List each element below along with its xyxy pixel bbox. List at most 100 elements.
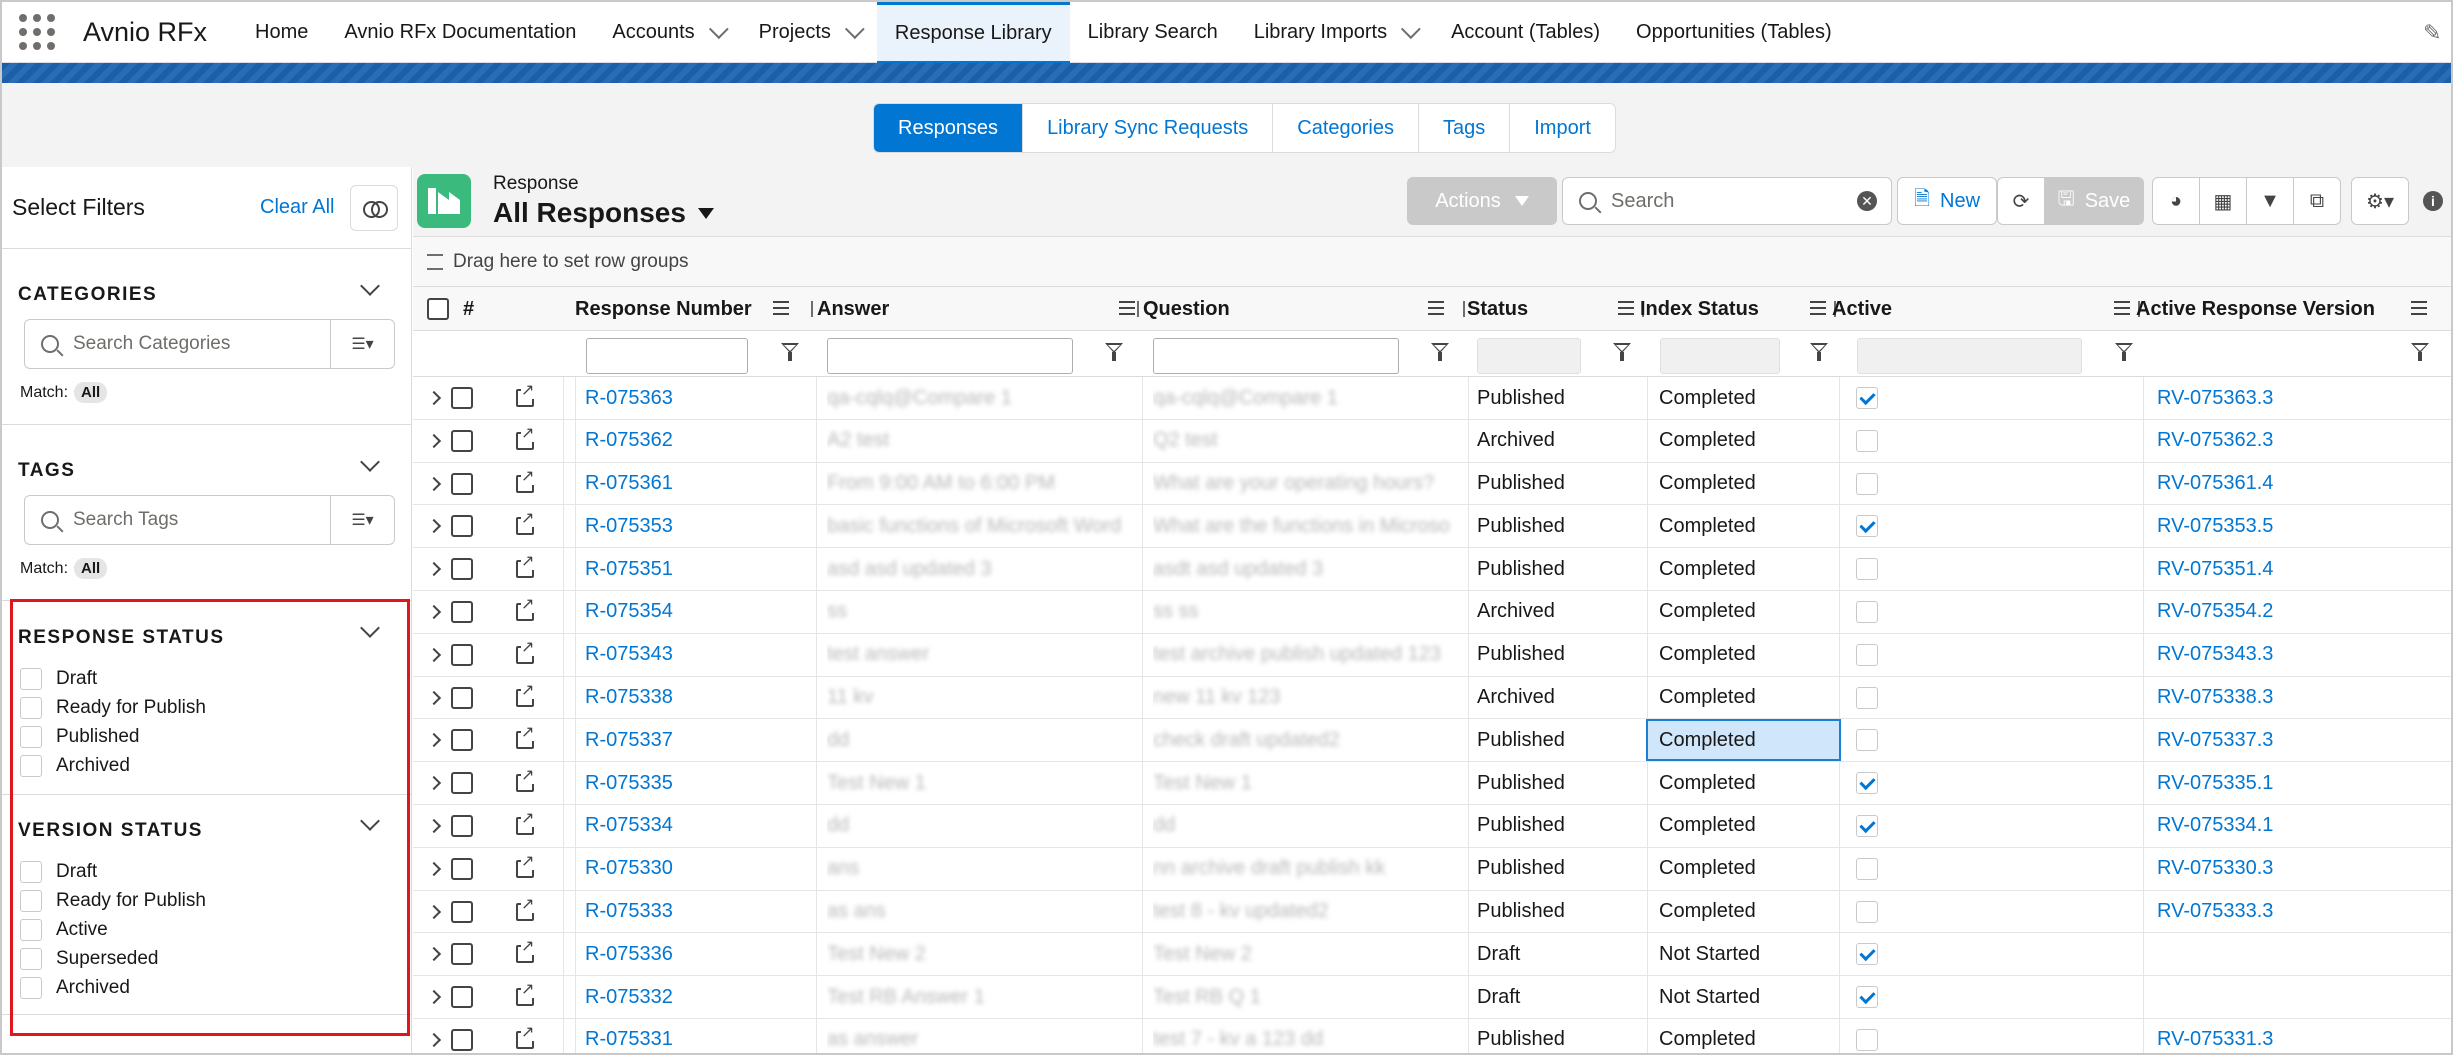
index-status-cell[interactable]: Completed [1659, 429, 1756, 452]
active-version-link[interactable]: RV-075353.5 [2157, 515, 2273, 538]
index-status-cell[interactable]: Completed [1659, 600, 1756, 623]
nav-item-8[interactable]: Opportunities (Tables) [1618, 2, 1850, 63]
response-number-link[interactable]: R-075361 [585, 472, 673, 495]
column-menu-icon[interactable] [773, 301, 789, 315]
table-row[interactable]: R-075337 dd check draft updated2 Published C… [413, 719, 2451, 763]
column-menu-icon[interactable] [2114, 301, 2130, 315]
response-number-link[interactable]: R-075338 [585, 686, 673, 709]
column-menu-icon[interactable] [1810, 301, 1826, 315]
response-number-link[interactable]: R-075363 [585, 387, 673, 410]
response-number-link[interactable]: R-075362 [585, 429, 673, 452]
column-header-active[interactable]: Active [1832, 287, 1892, 331]
filter-option[interactable]: Draft [20, 861, 97, 883]
column-header-index-status[interactable]: Index Status [1640, 287, 1759, 331]
filter-checkbox[interactable] [20, 697, 42, 719]
open-record-icon[interactable] [516, 939, 535, 964]
row-group-bar[interactable]: Drag here to set row groups [413, 237, 2451, 287]
row-checkbox[interactable] [451, 986, 473, 1009]
column-header-response-number[interactable]: Response Number [575, 287, 752, 331]
clear-all-link[interactable]: Clear All [260, 196, 334, 219]
index-status-cell[interactable]: Not Started [1659, 943, 1760, 966]
popout-button[interactable]: ⧉ [2293, 177, 2341, 225]
column-menu-icon[interactable] [1428, 301, 1444, 315]
app-launcher-icon[interactable] [19, 14, 55, 50]
filter-checkbox[interactable] [20, 861, 42, 883]
grid-search-input[interactable] [1611, 189, 1851, 213]
index-status-cell[interactable]: Completed [1659, 729, 1756, 752]
filter-checkbox[interactable] [20, 755, 42, 777]
response-number-link[interactable]: R-075353 [585, 515, 673, 538]
active-version-link[interactable]: RV-075362.3 [2157, 429, 2273, 452]
expand-row-icon[interactable] [429, 861, 442, 876]
filter-funnel-icon[interactable] [2411, 343, 2429, 363]
index-status-cell[interactable]: Completed [1659, 900, 1756, 923]
version-status-collapse-icon[interactable] [360, 811, 380, 831]
column-resize-handle[interactable] [811, 301, 813, 317]
open-record-icon[interactable] [516, 511, 535, 536]
expand-row-icon[interactable] [429, 433, 442, 448]
chevron-down-icon[interactable] [1401, 19, 1421, 40]
match-all-pill[interactable]: All [74, 382, 108, 403]
response-number-link[interactable]: R-075332 [585, 986, 673, 1009]
response-number-link[interactable]: R-075336 [585, 943, 673, 966]
row-checkbox[interactable] [451, 600, 473, 623]
index-status-cell[interactable]: Completed [1659, 814, 1756, 837]
column-resize-handle[interactable] [1137, 301, 1139, 317]
table-row[interactable]: R-075336 Test New 2 Test New 2 Draft Not Sta… [413, 933, 2451, 977]
column-header-question[interactable]: Question [1143, 287, 1230, 331]
response-number-link[interactable]: R-075337 [585, 729, 673, 752]
response-number-link[interactable]: R-075331 [585, 1028, 673, 1051]
filter-option[interactable]: Ready for Publish [20, 890, 206, 912]
response-number-link[interactable]: R-075343 [585, 643, 673, 666]
expand-row-icon[interactable] [429, 519, 442, 534]
column-filter-input[interactable] [827, 338, 1073, 374]
expand-row-icon[interactable] [429, 604, 442, 620]
open-record-icon[interactable] [516, 383, 535, 407]
info-icon[interactable]: i [2423, 191, 2443, 211]
response-number-link[interactable]: R-075351 [585, 558, 673, 581]
row-checkbox[interactable] [451, 472, 473, 495]
filter-option[interactable]: Archived [20, 977, 130, 999]
tab-0[interactable]: Responses [874, 104, 1024, 152]
table-row[interactable]: R-075363 qa-cqlq@Compare 1 qa-cqlq@Compare… [413, 377, 2451, 420]
table-row[interactable]: R-075331 as answer test 7 - kv a 123 dd Pub… [413, 1018, 2451, 1053]
filter-button[interactable]: ▼ [2246, 177, 2294, 225]
column-filter-input[interactable] [586, 338, 748, 374]
open-record-icon[interactable] [516, 596, 535, 621]
column-header-answer[interactable]: Answer [817, 287, 889, 331]
table-row[interactable]: R-075362 A2 test Q2 test Archived Completed R… [413, 419, 2451, 463]
open-record-icon[interactable] [516, 853, 535, 878]
open-record-icon[interactable] [516, 982, 535, 1007]
active-version-link[interactable]: RV-075330.3 [2157, 857, 2273, 880]
active-version-link[interactable]: RV-075354.2 [2157, 600, 2273, 623]
index-status-cell[interactable]: Completed [1659, 515, 1756, 538]
expand-row-icon[interactable] [429, 647, 442, 662]
new-button[interactable]: 🗎 New [1897, 177, 1997, 225]
open-record-icon[interactable] [516, 639, 535, 664]
open-record-icon[interactable] [516, 896, 535, 921]
row-checkbox[interactable] [451, 814, 473, 837]
index-status-cell[interactable]: Completed [1659, 558, 1756, 581]
open-record-icon[interactable] [516, 725, 535, 750]
active-version-link[interactable]: RV-075351.4 [2157, 558, 2273, 581]
row-checkbox[interactable] [451, 686, 473, 709]
table-row[interactable]: R-075351 asd asd updated 3 asdt asd update… [413, 548, 2451, 591]
filter-option[interactable]: Active [20, 919, 108, 941]
response-status-collapse-icon[interactable] [360, 618, 380, 638]
filter-option[interactable]: Published [20, 726, 139, 748]
filter-option[interactable]: Draft [20, 668, 97, 690]
column-resize-handle[interactable] [1463, 301, 1465, 317]
link-filters-button[interactable] [350, 185, 398, 231]
table-row[interactable]: R-075334 dd dd Published Completed RV-075334.… [413, 804, 2451, 848]
table-row[interactable]: R-075338 11 kv new 11 kv 123 Archived Comple… [413, 676, 2451, 720]
tab-2[interactable]: Categories [1273, 104, 1419, 152]
row-checkbox[interactable] [451, 558, 473, 581]
filter-option[interactable]: Ready for Publish [20, 697, 206, 719]
active-version-link[interactable]: RV-075337.3 [2157, 729, 2273, 752]
filter-checkbox[interactable] [20, 726, 42, 748]
row-checkbox[interactable] [451, 429, 473, 452]
open-record-icon[interactable] [516, 554, 535, 579]
column-header-active-version[interactable]: Active Response Version [2136, 287, 2375, 331]
nav-item-4[interactable]: Response Library [876, 2, 1070, 64]
index-status-cell[interactable]: Not Started [1659, 986, 1760, 1009]
